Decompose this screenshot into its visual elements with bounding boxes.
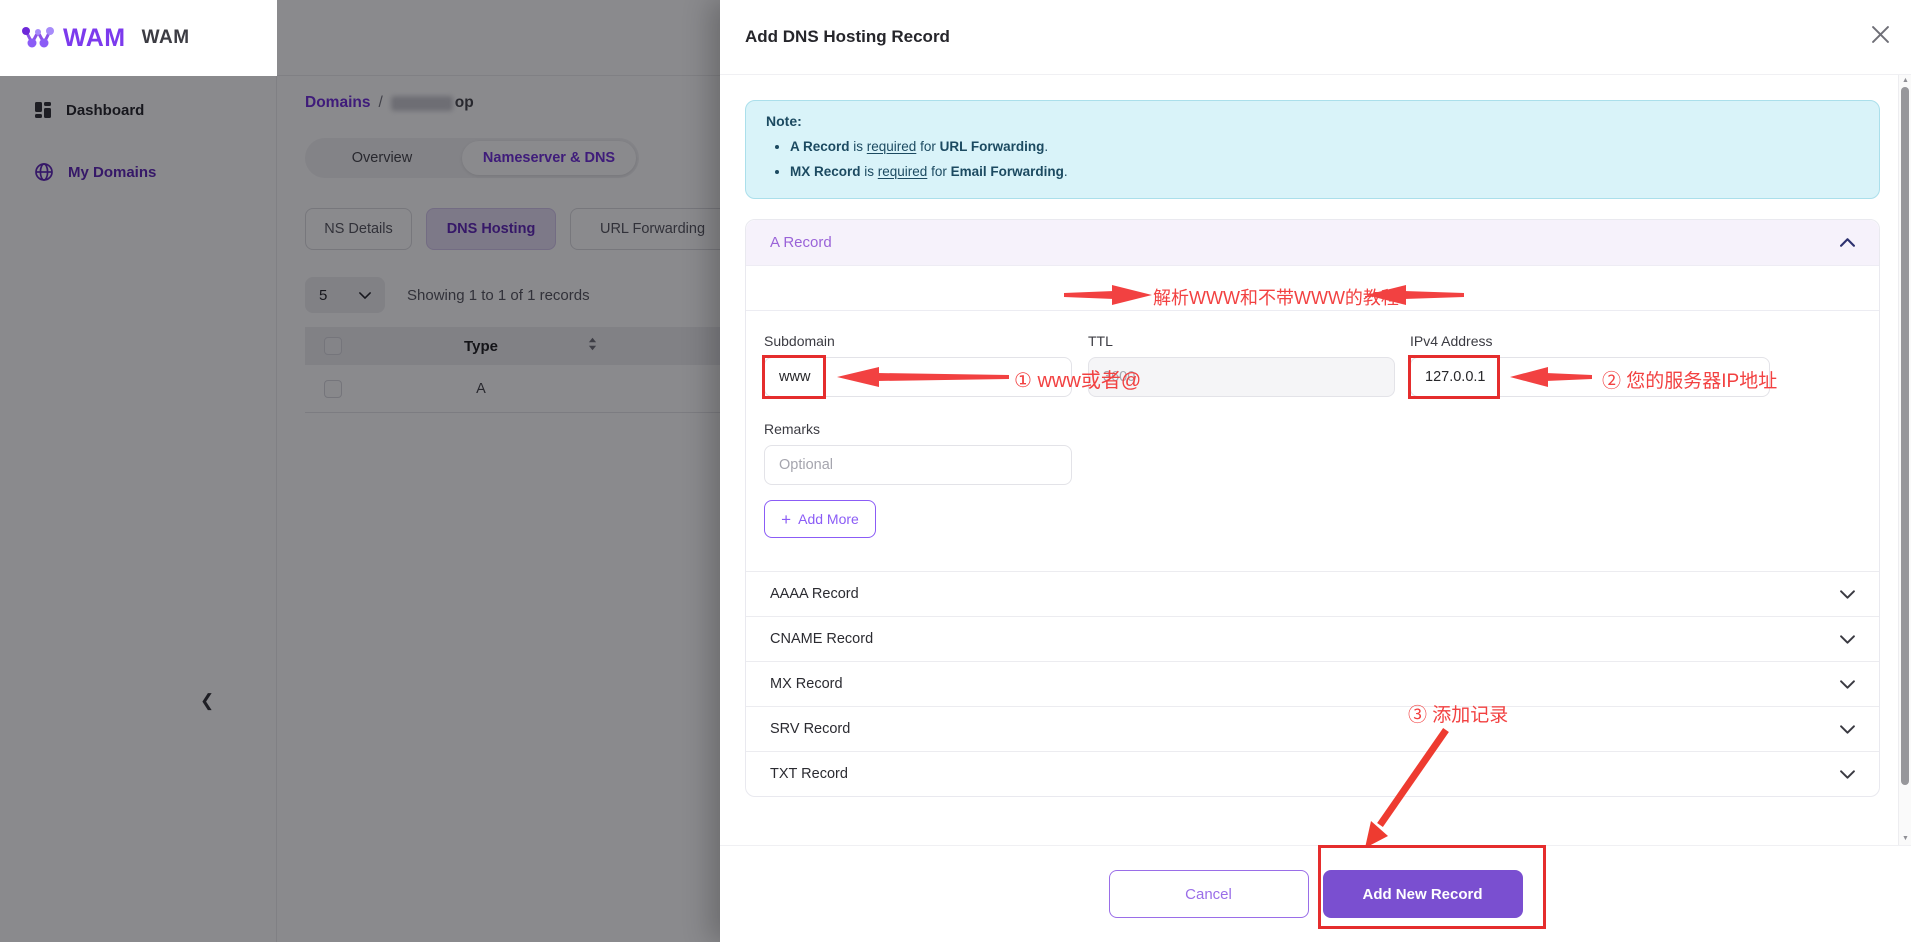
scrollbar-thumb[interactable] [1901,87,1909,785]
modal-overlay[interactable] [277,0,720,76]
drawer-header: Add DNS Hosting Record [720,0,1911,75]
annotation-step3: ③ 添加记录 [1408,700,1508,727]
scroll-up-icon[interactable]: ▲ [1901,77,1910,84]
scroll-down-icon[interactable]: ▼ [1901,835,1910,842]
annotation-step1: ① www或者@ [1014,364,1141,393]
annotation-step2: ② 您的服务器IP地址 [1602,366,1777,393]
note-box: Note: A Record is required for URL Forwa… [745,100,1880,199]
remarks-field: Remarks [764,421,1072,485]
ipv4-field: IPv4 Address ② 您的服务器IP地址 [1410,333,1770,397]
red-arrow-down [1330,724,1460,856]
note-item: A Record is required for URL Forwarding. [790,134,1859,159]
record-accordion: A Record 解析WWW和不带WWW的教程 Subdomain [745,219,1880,797]
cancel-button[interactable]: Cancel [1109,870,1309,918]
note-heading: Note: [766,113,1859,129]
logo-block: WAM WAM [0,0,277,76]
note-item: MX Record is required for Email Forwardi… [790,159,1859,184]
accordion-header-mx-record[interactable]: MX Record [746,661,1879,706]
drawer-title: Add DNS Hosting Record [745,27,950,47]
app-name: WAM [142,27,190,49]
ttl-label: TTL [1088,333,1395,349]
wam-logo-icon [20,25,56,51]
accordion-header-srv-record[interactable]: SRV Record [746,706,1879,751]
modal-overlay[interactable] [0,76,720,942]
chevron-down-icon [1840,725,1855,734]
remarks-input[interactable] [764,445,1072,485]
red-arrow-right [1064,284,1154,306]
chevron-down-icon [1840,590,1855,599]
accordion-header-aaaa-record[interactable]: AAAA Record [746,571,1879,616]
drawer-body: Note: A Record is required for URL Forwa… [720,75,1898,845]
add-new-record-button[interactable]: Add New Record [1323,870,1523,918]
add-dns-record-drawer: Add DNS Hosting Record Note: A Record is… [720,0,1911,942]
close-icon[interactable] [1872,26,1889,43]
subdomain-label: Subdomain [764,333,1072,349]
add-more-button[interactable]: + Add More [764,500,876,538]
chevron-down-icon [1840,770,1855,779]
annotation-tutorial: 解析WWW和不带WWW的教程 [1153,284,1399,310]
annotation-row: 解析WWW和不带WWW的教程 [746,266,1879,311]
remarks-label: Remarks [764,421,1072,437]
accordion-header-cname-record[interactable]: CNAME Record [746,616,1879,661]
logo-wordmark: WAM [63,24,126,53]
accordion-header-a-record[interactable]: A Record [746,220,1879,265]
subdomain-field: Subdomain ① www或者@ [764,333,1072,397]
chevron-down-icon [1840,680,1855,689]
red-arrow-left [1364,284,1464,306]
ipv4-label: IPv4 Address [1410,333,1770,349]
plus-icon: + [781,511,791,528]
chevron-down-icon [1840,635,1855,644]
a-record-panel: 解析WWW和不带WWW的教程 Subdomain [746,265,1879,538]
chevron-up-icon [1840,238,1855,247]
drawer-footer: Cancel Add New Record [720,845,1911,942]
red-arrow-left [1508,366,1592,388]
accordion-header-txt-record[interactable]: TXT Record [746,751,1879,796]
red-arrow-left [834,366,1009,388]
drawer-scrollbar[interactable]: ▲ ▼ [1898,75,1911,845]
